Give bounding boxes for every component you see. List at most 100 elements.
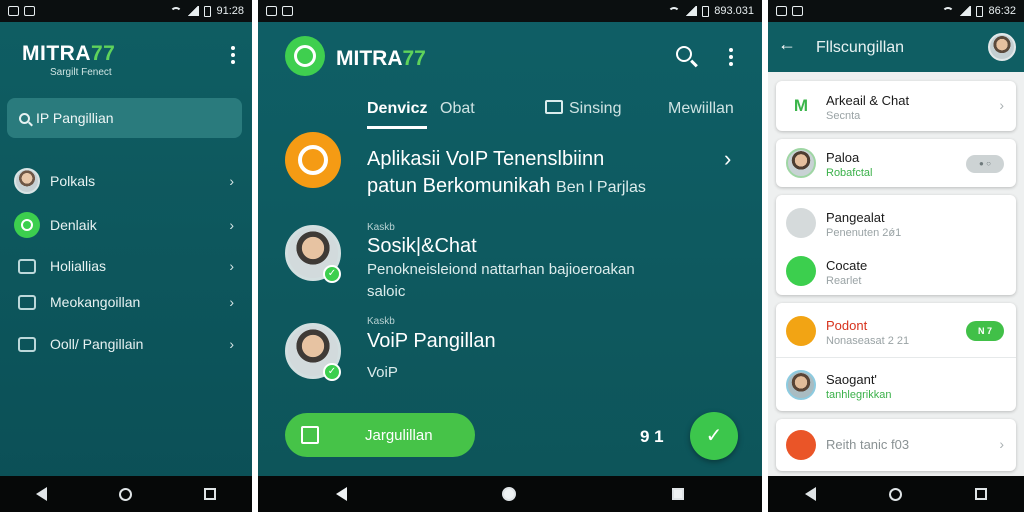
system-nav-bar	[768, 476, 1024, 512]
confirm-fab[interactable]: ✓	[690, 412, 738, 460]
item-subtitle: Robafctal	[826, 167, 873, 179]
more-options-icon[interactable]	[231, 46, 235, 64]
more-options-icon[interactable]	[729, 48, 733, 66]
edit-icon	[301, 426, 319, 444]
verified-check-icon: ✓	[323, 363, 341, 381]
signal-icon	[685, 6, 698, 16]
status-badge: N 7	[966, 321, 1004, 341]
list-item[interactable]: Saogant' tanhlegrikkan	[776, 361, 1016, 409]
sidebar-item-label: Polkals	[50, 173, 96, 189]
sidebar-item-label: Meokangoillan	[50, 294, 141, 310]
shield-icon	[786, 430, 816, 460]
search-icon	[19, 112, 30, 124]
chat-icon	[786, 316, 816, 346]
back-arrow-icon[interactable]: ←	[778, 34, 796, 55]
list-item[interactable]: Paloa Robafctal ● ○	[776, 139, 1016, 187]
row-subtitle: Penokneisleiond nattarhan bajioeroakan s…	[367, 259, 667, 303]
tab-denvicz[interactable]: Denvicz	[367, 100, 427, 118]
wifi-icon	[668, 6, 681, 16]
list-card: Podont Nonaseasat 2 21 N 7 Saogant' tanh…	[776, 303, 1016, 411]
home-icon[interactable]	[888, 487, 902, 501]
item-title: Pangealat	[826, 210, 885, 225]
app-icon	[282, 6, 293, 16]
brand-number: 77	[91, 42, 116, 65]
phone-left: 91:28 MITRA77 Sargilt Fenect IP Pangilli…	[0, 0, 252, 512]
feature-headline[interactable]: Aplikasii VoIP Tenenslbiinn patun Berkom…	[367, 146, 727, 201]
recents-icon[interactable]	[672, 488, 685, 500]
feature-line-1: Aplikasii VoIP Tenenslbiinn	[367, 148, 605, 170]
back-icon[interactable]	[36, 487, 47, 501]
chevron-right-icon: ›	[229, 294, 234, 310]
back-icon[interactable]	[335, 487, 347, 501]
sidebar-item-denlaik[interactable]: Denlaik ›	[14, 210, 244, 240]
home-icon[interactable]	[119, 487, 132, 501]
feature-line-2: patun Berkomunikah	[367, 175, 551, 197]
tab-mewiillan[interactable]: Mewiillan	[668, 100, 734, 118]
signal-icon	[187, 6, 200, 16]
call-button-label: Jargulillan	[365, 426, 433, 444]
chevron-right-icon: ›	[229, 336, 234, 352]
chevron-right-icon: ›	[999, 97, 1004, 113]
list-card: Pangealat Penenuten 2ǿ1 Cocate Rearlet	[776, 195, 1016, 295]
message-square-icon	[545, 100, 563, 114]
sidebar-item-polkals[interactable]: Polkals ›	[14, 166, 244, 196]
tab-sinsing[interactable]: Sinsing	[545, 100, 621, 118]
row-subtitle: VoiP	[367, 364, 398, 381]
app-icon	[266, 6, 277, 16]
back-icon[interactable]	[804, 487, 816, 501]
home-icon[interactable]	[502, 487, 517, 501]
page-title: Fllscungillan	[816, 39, 905, 56]
call-button[interactable]: Jargulillan	[285, 413, 475, 457]
message-square-icon	[18, 294, 36, 310]
row-tag: Kaskb	[367, 222, 395, 233]
status-bar: 893.031	[258, 0, 762, 22]
chevron-right-icon: ›	[229, 173, 234, 189]
recents-icon[interactable]	[975, 488, 988, 500]
brand-name: MITRA	[336, 47, 403, 70]
list-item[interactable]: Reith tanic f03 ›	[776, 421, 1016, 469]
recents-icon[interactable]	[204, 488, 216, 500]
item-subtitle: Rearlet	[826, 275, 862, 287]
brand-subtitle: Sargilt Fenect	[50, 67, 112, 78]
sidebar-item-meokangoillan[interactable]: Meokangoillan ›	[14, 287, 244, 317]
chevron-right-icon[interactable]: ›	[724, 146, 731, 172]
whatsapp-icon	[14, 212, 40, 238]
tab-obat[interactable]: Obat	[440, 100, 475, 118]
chevron-right-icon: ›	[999, 436, 1004, 452]
search-input[interactable]: IP Pangillian	[7, 98, 242, 138]
row-title[interactable]: Sosik|&Chat	[367, 235, 477, 258]
toggle-switch[interactable]: ● ○	[966, 155, 1004, 173]
row-subtitle-line: saloic	[367, 283, 406, 300]
item-title: Podont	[826, 318, 868, 333]
message-square-icon	[18, 336, 36, 352]
battery-icon	[204, 5, 212, 17]
verified-check-icon: ✓	[323, 265, 341, 283]
status-time: 86:32	[988, 5, 1016, 17]
list-item[interactable]: M Arkeail & Chat Secnta ›	[776, 82, 1016, 130]
chevron-right-icon: ›	[229, 258, 234, 274]
status-time: 893.031	[714, 5, 754, 17]
divider	[776, 357, 1016, 358]
phone-center: 893.031 MITRA77 Denvicz Obat Sinsing Mew…	[258, 0, 762, 512]
row-subtitle-line: Penokneisleiond nattarhan bajioeroakan	[367, 261, 635, 278]
signal-icon	[959, 6, 972, 16]
row-tag: Kaskb	[367, 316, 395, 327]
sidebar-item-voip-pangillan[interactable]: Ooll/ Pangillain ›	[14, 329, 244, 359]
avatar	[14, 168, 40, 194]
whatsapp-icon	[786, 256, 816, 286]
list-item[interactable]: Pangealat Penenuten 2ǿ1	[776, 199, 1016, 247]
row-title[interactable]: VoiP Pangillan	[367, 330, 496, 353]
status-bar: 86:32	[768, 0, 1024, 22]
sidebar-item-holiallias[interactable]: Holiallias ›	[14, 251, 244, 281]
wifi-icon	[942, 6, 955, 16]
list-item[interactable]: Cocate Rearlet	[776, 247, 1016, 295]
search-icon[interactable]	[676, 46, 692, 62]
message-square-icon	[18, 258, 36, 274]
chevron-right-icon: ›	[229, 217, 234, 233]
avatar	[786, 370, 816, 400]
list-item[interactable]: Podont Nonaseasat 2 21 N 7	[776, 307, 1016, 355]
voip-chat-icon	[285, 132, 341, 188]
item-subtitle: Penenuten 2ǿ1	[826, 227, 902, 239]
app-logo: MITRA77	[22, 42, 115, 66]
profile-avatar[interactable]	[988, 33, 1016, 61]
